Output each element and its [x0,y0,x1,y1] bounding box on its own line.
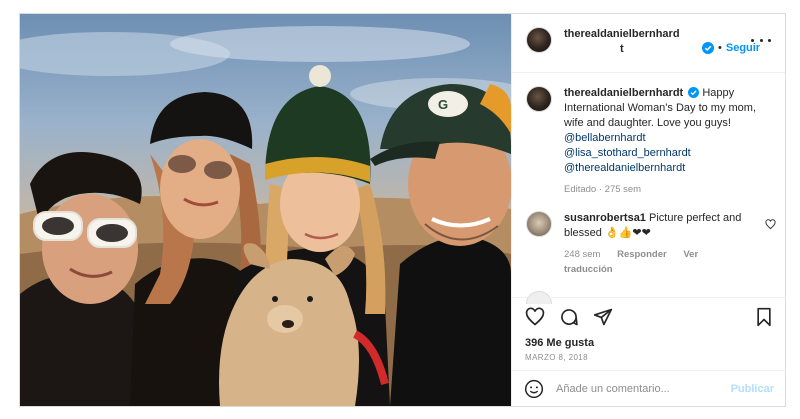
comment-item: susanrobertsa1 Picture perfect and bless… [526,211,786,277]
caption-body: therealdanielbernhardt Happy Internation… [564,86,760,197]
verified-badge-icon [702,42,714,54]
family-selfie-image: G [20,26,511,406]
bookmark-icon[interactable] [755,307,773,327]
caption-author[interactable]: therealdanielbernhardt [564,87,683,99]
comment-meta: 248 sem Responder Ver traducción [564,247,744,277]
caption-author-avatar[interactable] [526,86,552,112]
post-modal: G therealdanielbernhard t • Seguir there… [19,13,786,407]
comment-bubble-icon[interactable] [559,307,579,327]
author-username-line2: t [620,43,624,55]
verified-badge-icon [688,87,700,98]
add-comment-input[interactable] [556,382,716,395]
svg-text:G: G [438,97,448,112]
post-header: therealdanielbernhard t • Seguir [512,14,785,73]
mention-link[interactable]: @therealdanielbernhardt [564,161,760,176]
emoji-icon[interactable] [524,379,544,399]
mention-link[interactable]: @bellabernhardt [564,132,646,144]
author-username[interactable]: therealdanielbernhard t [564,27,700,57]
author-username-line1: therealdanielbernhard [564,28,680,40]
caption: therealdanielbernhardt Happy Internation… [526,86,786,197]
post-date: MARZO 8, 2018 [525,353,589,362]
heart-icon[interactable] [525,307,545,327]
caption-meta: Editado · 275 sem [564,184,642,195]
action-bar [512,297,786,335]
likes-count[interactable]: 396 Me gusta [525,337,594,349]
post-side-panel: therealdanielbernhard t • Seguir thereal… [511,14,786,406]
comments-list[interactable]: therealdanielbernhardt Happy Internation… [512,86,786,304]
comment-time: 248 sem [564,249,601,260]
post-photo[interactable]: G [20,14,511,406]
reply-button[interactable]: Responder [617,249,667,260]
commenter-avatar[interactable] [526,211,552,237]
more-options-icon[interactable] [751,34,771,46]
separator-dot: • [718,42,722,54]
mention-link[interactable]: @lisa_stothard_bernhardt [564,146,760,161]
comment-author[interactable]: susanrobertsa1 [564,212,646,224]
add-comment-bar: Publicar [512,370,786,406]
paper-plane-icon[interactable] [593,307,613,327]
publish-button[interactable]: Publicar [731,383,774,395]
comment-like-heart-icon[interactable] [765,219,776,230]
comment-body: susanrobertsa1 Picture perfect and bless… [564,211,744,277]
author-avatar[interactable] [526,27,552,53]
